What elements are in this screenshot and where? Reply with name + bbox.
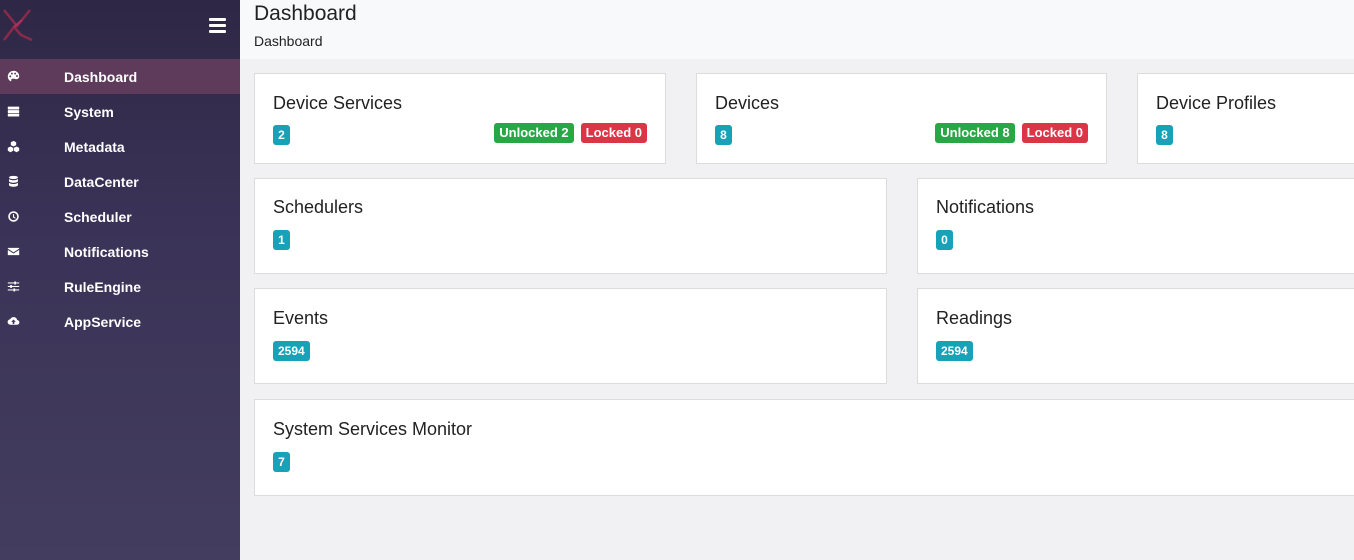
sidebar-item-ruleengine[interactable]: RuleEngine xyxy=(0,269,240,304)
sidebar-item-label: DataCenter xyxy=(64,173,139,190)
device-services-card[interactable]: Device Services 2 Unlocked 2 Locked 0 xyxy=(254,73,666,164)
count-badge: 0 xyxy=(936,230,953,250)
sidebar-item-scheduler[interactable]: Scheduler xyxy=(0,199,240,234)
envelope-icon xyxy=(6,245,20,259)
device-profiles-card[interactable]: Device Profiles 8 xyxy=(1137,73,1354,164)
card-title: Readings xyxy=(936,308,1013,328)
breadcrumb[interactable]: Dashboard xyxy=(254,33,323,49)
notifications-card[interactable]: Notifications 0 xyxy=(917,178,1354,274)
unlocked-badge: Unlocked 2 xyxy=(494,123,574,143)
sidebar-item-metadata[interactable]: Metadata xyxy=(0,129,240,164)
count-badge: 2 xyxy=(273,125,290,145)
sidebar: Dashboard System Metadata DataCenter Sch… xyxy=(0,0,240,560)
schedulers-card[interactable]: Schedulers 1 xyxy=(254,178,887,274)
sidebar-item-datacenter[interactable]: DataCenter xyxy=(0,164,240,199)
sidebar-item-label: Scheduler xyxy=(64,208,132,225)
sidebar-item-label: Metadata xyxy=(64,138,125,155)
cubes-icon xyxy=(6,140,20,154)
card-title: Schedulers xyxy=(273,197,364,217)
count-badge: 2594 xyxy=(936,341,973,361)
sidebar-item-dashboard[interactable]: Dashboard xyxy=(0,59,240,94)
sidebar-item-label: RuleEngine xyxy=(64,278,142,295)
count-badge: 8 xyxy=(715,125,732,145)
cloud-upload-icon xyxy=(6,315,20,329)
count-badge: 1 xyxy=(273,230,290,250)
sidebar-item-appservice[interactable]: AppService xyxy=(0,304,240,339)
database-icon xyxy=(6,175,20,189)
lock-badges: Unlocked 8 Locked 0 xyxy=(935,123,1088,143)
sidebar-header xyxy=(0,0,240,59)
app: Dashboard System Metadata DataCenter Sch… xyxy=(0,0,1354,560)
sidebar-item-notifications[interactable]: Notifications xyxy=(0,234,240,269)
card-title: Device Profiles xyxy=(1156,93,1277,113)
card-title: Events xyxy=(273,308,329,328)
clock-icon xyxy=(6,210,20,224)
card-title: Device Services xyxy=(273,93,403,113)
lock-badges: Unlocked 2 Locked 0 xyxy=(494,123,647,143)
count-badge: 8 xyxy=(1156,125,1173,145)
card-title: Devices xyxy=(715,93,780,113)
page-header: Dashboard Dashboard xyxy=(240,0,1354,59)
sliders-icon xyxy=(6,280,20,294)
locked-badge: Locked 0 xyxy=(1021,123,1088,143)
sidebar-nav: Dashboard System Metadata DataCenter Sch… xyxy=(0,59,240,339)
events-card[interactable]: Events 2594 xyxy=(254,288,887,384)
count-badge: 2594 xyxy=(273,341,310,361)
sidebar-item-label: System xyxy=(64,103,114,120)
readings-card[interactable]: Readings 2594 xyxy=(917,288,1354,384)
locked-badge: Locked 0 xyxy=(580,123,647,143)
count-badge: 7 xyxy=(273,452,290,472)
card-title: System Services Monitor xyxy=(273,419,473,439)
sidebar-item-label: Notifications xyxy=(64,243,149,260)
system-services-monitor-card[interactable]: System Services Monitor 7 xyxy=(254,399,1354,496)
card-title: Notifications xyxy=(936,197,1035,217)
palette-icon xyxy=(6,70,20,84)
page-title: Dashboard xyxy=(254,2,357,25)
sidebar-item-label: AppService xyxy=(64,313,142,330)
devices-card[interactable]: Devices 8 Unlocked 8 Locked 0 xyxy=(696,73,1107,164)
unlocked-badge: Unlocked 8 xyxy=(935,123,1015,143)
sidebar-item-label: Dashboard xyxy=(64,68,138,85)
menu-toggle-icon[interactable] xyxy=(209,18,226,33)
logo[interactable] xyxy=(2,8,34,42)
sidebar-item-system[interactable]: System xyxy=(0,94,240,129)
server-icon xyxy=(6,105,20,119)
